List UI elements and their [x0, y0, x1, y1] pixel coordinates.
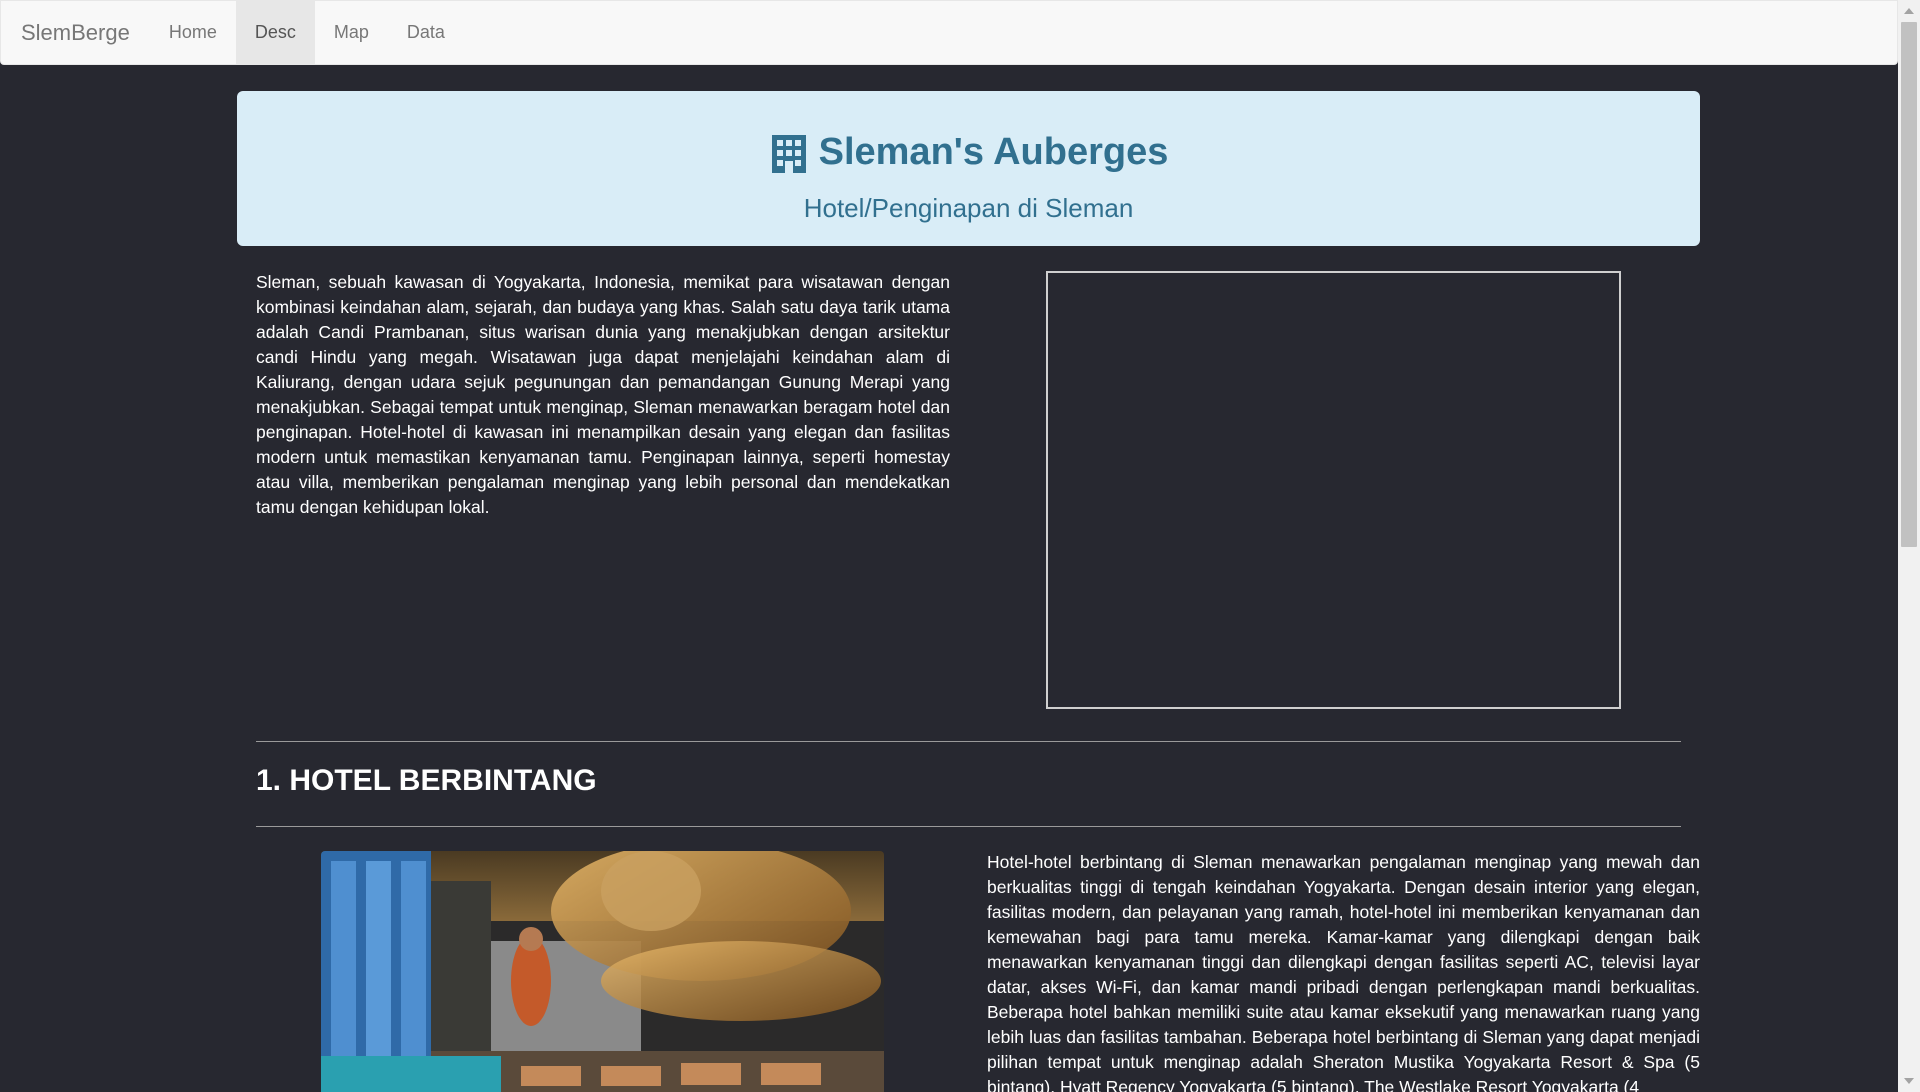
divider-top [256, 741, 1681, 742]
embedded-map-frame[interactable] [1046, 271, 1621, 709]
building-icon [771, 134, 806, 173]
nav-item-data[interactable]: Data [388, 1, 464, 64]
divider-bottom [256, 826, 1681, 827]
section-title-hotel-berbintang: 1. HOTEL BERBINTANG [256, 764, 597, 797]
scroll-up-arrow-icon[interactable] [1904, 8, 1914, 14]
nav-item-map[interactable]: Map [315, 1, 388, 64]
hotel-berbintang-paragraph: Hotel-hotel berbintang di Sleman menawar… [987, 852, 1700, 1092]
page-title: Sleman's Auberges [818, 131, 1169, 173]
scroll-thumb[interactable] [1901, 22, 1917, 547]
nav-item-home[interactable]: Home [150, 1, 236, 64]
page-subtitle: Hotel/Penginapan di Sleman [803, 193, 1134, 223]
vertical-scrollbar[interactable] [1898, 0, 1920, 1092]
hotel-interior-photo [321, 851, 884, 1092]
nav-item-desc[interactable]: Desc [235, 1, 315, 64]
header-jumbotron: Sleman's Auberges Hotel/Penginapan di Sl… [237, 91, 1700, 246]
intro-paragraph: Sleman, sebuah kawasan di Yogyakarta, In… [256, 272, 950, 517]
scroll-down-arrow-icon[interactable] [1904, 1078, 1914, 1084]
navbar-brand[interactable]: SlemBerge [1, 0, 150, 65]
page-title-row: Sleman's Auberges [237, 131, 1700, 174]
navbar: SlemBerge Home Desc Map Data [0, 0, 1898, 65]
